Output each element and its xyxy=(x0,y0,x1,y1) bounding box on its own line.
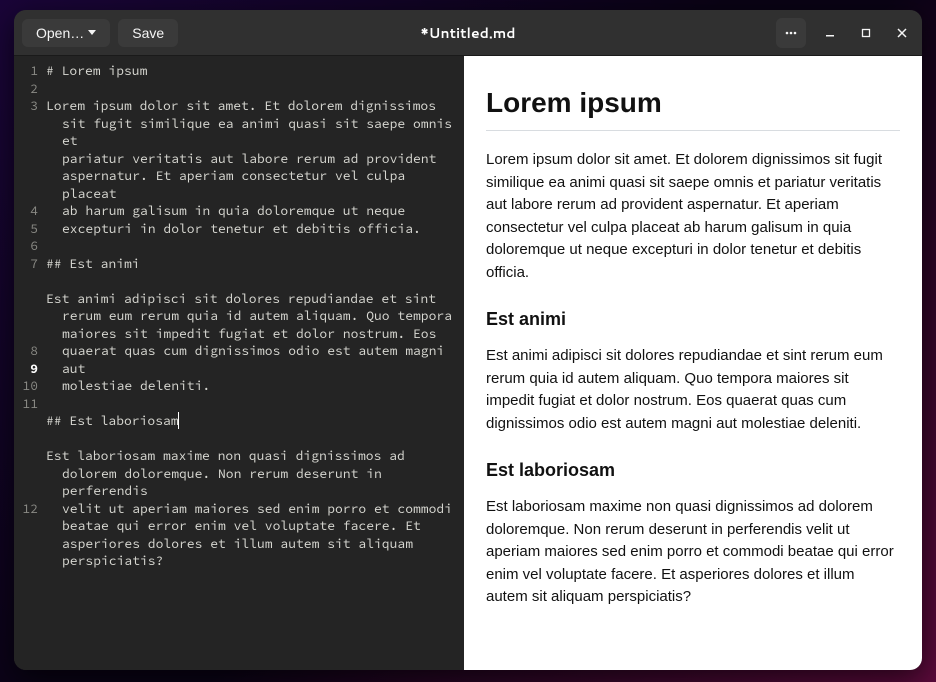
code-line[interactable] xyxy=(46,395,456,413)
line-number: 7 xyxy=(14,255,38,273)
close-icon xyxy=(896,27,908,39)
line-number: 8 xyxy=(14,342,38,360)
preview-pane[interactable]: Lorem ipsum Lorem ipsum dolor sit amet. … xyxy=(464,56,922,670)
maximize-icon xyxy=(860,27,872,39)
code-line[interactable]: molestiae deleniti. xyxy=(46,377,456,395)
code-line[interactable]: ## Est animi xyxy=(46,255,456,273)
line-number: 5 xyxy=(14,220,38,238)
code-line[interactable]: Est animi adipisci sit dolores repudiand… xyxy=(46,290,456,308)
line-number: 10 xyxy=(14,377,38,395)
code-line[interactable] xyxy=(46,430,456,448)
source-code[interactable]: # Lorem ipsum Lorem ipsum dolor sit amet… xyxy=(42,56,464,670)
maximize-button[interactable] xyxy=(854,21,878,45)
code-line[interactable]: velit ut aperiam maiores sed enim porro … xyxy=(46,500,456,518)
code-line[interactable] xyxy=(46,272,456,290)
code-line[interactable] xyxy=(46,80,456,98)
code-line[interactable]: excepturi in dolor tenetur et debitis of… xyxy=(46,220,456,238)
code-line[interactable]: sit fugit similique ea animi quasi sit s… xyxy=(46,115,456,150)
content-area: 123.....4567....891011.....12 # Lorem ip… xyxy=(14,56,922,670)
close-button[interactable] xyxy=(890,21,914,45)
line-number: 9 xyxy=(14,360,38,378)
code-line[interactable]: maiores sit impedit fugiat et dolor nost… xyxy=(46,325,456,343)
open-button-label: Open… xyxy=(36,25,84,41)
preview-heading-2: Est animi xyxy=(486,306,900,333)
line-number: 12 xyxy=(14,500,38,518)
preview-heading-2: Est laboriosam xyxy=(486,457,900,484)
code-line[interactable]: rerum eum rerum quia id autem aliquam. Q… xyxy=(46,307,456,325)
open-button[interactable]: Open… xyxy=(22,19,110,47)
line-number: 11 xyxy=(14,395,38,413)
minimize-button[interactable] xyxy=(818,21,842,45)
desktop-background: Open… Save *Untitled.md xyxy=(0,0,936,682)
code-line[interactable]: pariatur veritatis aut labore rerum ad p… xyxy=(46,150,456,168)
code-line[interactable]: asperiores dolores et illum autem sit al… xyxy=(46,535,456,553)
line-number-gutter: 123.....4567....891011.....12 xyxy=(14,56,42,670)
code-line[interactable]: quaerat quas cum dignissimos odio est au… xyxy=(46,342,456,377)
code-line[interactable]: dolorem doloremque. Non rerum deserunt i… xyxy=(46,465,456,500)
text-cursor xyxy=(178,412,179,429)
chevron-down-icon xyxy=(88,30,96,35)
code-line[interactable]: perspiciatis? xyxy=(46,552,456,570)
code-line[interactable]: # Lorem ipsum xyxy=(46,62,456,80)
preview-paragraph: Est laboriosam maxime non quasi dignissi… xyxy=(486,496,900,609)
window-title: *Untitled.md xyxy=(420,23,515,43)
code-line[interactable]: ab harum galisum in quia doloremque ut n… xyxy=(46,202,456,220)
code-line[interactable] xyxy=(46,570,456,588)
code-line[interactable]: ## Est laboriosam xyxy=(46,412,456,430)
code-line[interactable] xyxy=(46,237,456,255)
save-button-label: Save xyxy=(132,25,164,41)
line-number: 3 xyxy=(14,97,38,115)
titlebar-right-controls xyxy=(776,18,914,48)
line-number: 1 xyxy=(14,62,38,80)
editor-window: Open… Save *Untitled.md xyxy=(14,10,922,670)
save-button[interactable]: Save xyxy=(118,19,178,47)
code-line[interactable]: Lorem ipsum dolor sit amet. Et dolorem d… xyxy=(46,97,456,115)
minimize-icon xyxy=(824,27,836,39)
line-number: 2 xyxy=(14,80,38,98)
titlebar: Open… Save *Untitled.md xyxy=(14,10,922,56)
line-number: 4 xyxy=(14,202,38,220)
preview-paragraph: Est animi adipisci sit dolores repudiand… xyxy=(486,345,900,435)
preview-heading-1: Lorem ipsum xyxy=(486,82,900,131)
line-number: 6 xyxy=(14,237,38,255)
preview-paragraph: Lorem ipsum dolor sit amet. Et dolorem d… xyxy=(486,149,900,284)
code-line[interactable]: Est laboriosam maxime non quasi dignissi… xyxy=(46,447,456,465)
titlebar-left-controls: Open… Save xyxy=(22,19,178,47)
code-line[interactable]: aspernatur. Et aperiam consectetur vel c… xyxy=(46,167,456,202)
code-line[interactable]: beatae qui error enim vel voluptate face… xyxy=(46,517,456,535)
menu-button[interactable] xyxy=(776,18,806,48)
editor-pane[interactable]: 123.....4567....891011.....12 # Lorem ip… xyxy=(14,56,464,670)
kebab-icon xyxy=(784,26,798,40)
